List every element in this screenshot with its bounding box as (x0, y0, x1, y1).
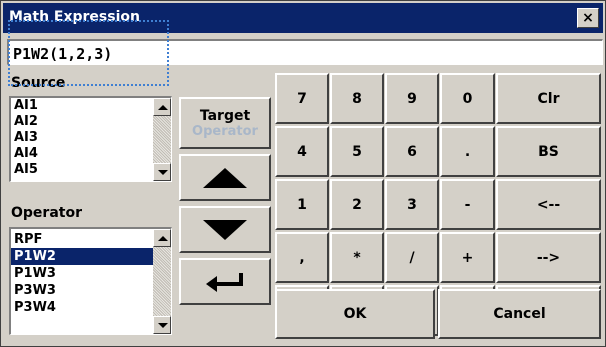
list-item[interactable]: AI5 (11, 162, 153, 178)
move-down-button[interactable] (179, 206, 271, 253)
list-item-selected[interactable]: P1W2 (11, 248, 153, 265)
key-8[interactable]: 8 (330, 73, 384, 124)
list-item[interactable]: P3W4 (11, 299, 153, 316)
operator-label: Operator (11, 205, 82, 221)
scroll-down-icon (158, 323, 168, 328)
key-5[interactable]: 5 (330, 126, 384, 177)
arrow-down-icon (203, 219, 247, 240)
move-up-button[interactable] (179, 154, 271, 201)
key-comma[interactable]: , (275, 232, 329, 283)
key-1[interactable]: 1 (275, 179, 329, 230)
list-item[interactable]: P3W3 (11, 282, 153, 299)
source-label: Source (11, 75, 66, 91)
list-item[interactable]: P1W3 (11, 265, 153, 282)
key-4[interactable]: 4 (275, 126, 329, 177)
scroll-up-icon (158, 105, 168, 110)
key-7[interactable]: 7 (275, 73, 329, 124)
key-decimal[interactable]: . (440, 126, 495, 177)
scroll-down-icon (158, 170, 168, 175)
key-minus[interactable]: - (440, 179, 495, 230)
key-6[interactable]: 6 (385, 126, 439, 177)
ok-button[interactable]: OK (275, 289, 435, 339)
source-list[interactable]: AI1 AI2 AI3 AI4 AI5 (9, 96, 172, 182)
list-item[interactable]: AI2 (11, 114, 153, 130)
key-3[interactable]: 3 (385, 179, 439, 230)
list-item[interactable]: AI1 (11, 98, 153, 114)
key-2[interactable]: 2 (330, 179, 384, 230)
key-multiply[interactable]: * (330, 232, 384, 283)
close-button[interactable]: × (577, 8, 599, 28)
title-bar: Math Expression × (3, 3, 603, 33)
backspace-button[interactable]: BS (496, 126, 601, 177)
math-expression-dialog: Math Expression × P1W2(1,2,3) Source AI1… (0, 0, 606, 347)
key-divide[interactable]: / (385, 232, 439, 283)
expression-field[interactable]: P1W2(1,2,3) (7, 39, 603, 65)
enter-icon (206, 272, 243, 292)
target-label: Target (199, 107, 251, 124)
cancel-button[interactable]: Cancel (438, 289, 601, 339)
list-item[interactable]: AI4 (11, 146, 153, 162)
clear-button[interactable]: Clr (496, 73, 601, 124)
enter-button[interactable] (179, 258, 271, 305)
list-item[interactable]: AI3 (11, 130, 153, 146)
operator-scrollbar[interactable] (153, 229, 171, 334)
key-9[interactable]: 9 (385, 73, 439, 124)
scroll-up-icon (158, 236, 168, 241)
target-sublabel: Operator (192, 123, 258, 139)
key-plus[interactable]: + (440, 232, 495, 283)
operator-list[interactable]: RPF P1W2 P1W3 P3W3 P3W4 (9, 227, 172, 335)
arrow-up-icon (203, 167, 247, 188)
key-0[interactable]: 0 (440, 73, 495, 124)
list-item[interactable]: RPF (11, 231, 153, 248)
target-button[interactable]: Target Operator (179, 97, 271, 149)
source-scrollbar[interactable] (153, 98, 171, 181)
window-title: Math Expression (9, 9, 140, 25)
scroll-up-button[interactable] (153, 98, 171, 116)
cursor-right-button[interactable]: --> (496, 232, 601, 283)
scroll-down-button[interactable] (153, 163, 171, 181)
scroll-down-button[interactable] (153, 316, 171, 334)
scroll-up-button[interactable] (153, 229, 171, 247)
cursor-left-button[interactable]: <-- (496, 179, 601, 230)
